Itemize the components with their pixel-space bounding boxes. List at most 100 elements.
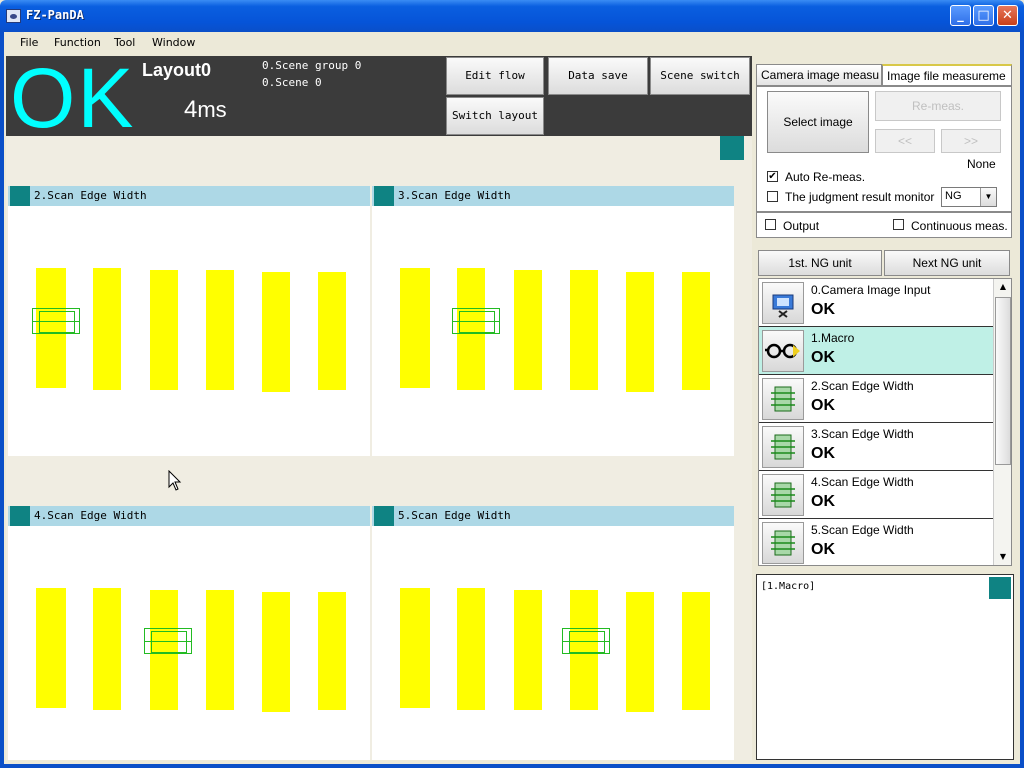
flow-item-scan-edge-width-4[interactable]: 4.Scan Edge Width OK: [759, 471, 993, 519]
edge-bar: [400, 588, 430, 708]
continuous-meas-label: Continuous meas.: [911, 219, 1008, 233]
title-bar[interactable]: FZ-PanDA _ □ ✕: [0, 0, 1024, 32]
edge-bar: [514, 590, 542, 710]
panel-label: 3.Scan Edge Width: [398, 189, 511, 202]
flow-item-result: OK: [811, 445, 835, 462]
output-label: Output: [783, 219, 820, 233]
tab-camera-image-measurement[interactable]: Camera image measu: [756, 64, 882, 86]
scroll-up-icon[interactable]: ▲: [995, 279, 1011, 295]
scene-group: 0.Scene group 0: [262, 59, 362, 72]
macro-glasses-icon: [762, 330, 804, 372]
detail-result-area: [1.Macro]: [756, 574, 1014, 760]
edge-bar: [36, 588, 66, 708]
panel-header: 2.Scan Edge Width: [8, 186, 370, 206]
detail-text: [1.Macro]: [761, 581, 816, 592]
menu-window[interactable]: Window: [152, 36, 195, 49]
panel-header: 4.Scan Edge Width: [8, 506, 370, 526]
status-header: OK Layout0 4ms 0.Scene group 0 0.Scene 0…: [6, 51, 752, 145]
switch-layout-button[interactable]: Switch layout: [446, 97, 544, 135]
measurement-region[interactable]: [32, 308, 80, 334]
chevron-down-icon[interactable]: ▼: [980, 188, 996, 206]
output-checkbox[interactable]: [765, 219, 776, 230]
next-image-button[interactable]: >>: [941, 129, 1001, 153]
edge-bar: [457, 588, 485, 710]
continuous-meas-checkbox[interactable]: [893, 219, 904, 230]
edge-bar: [93, 268, 121, 390]
window-frame-bottom: [0, 764, 1024, 768]
edge-bar: [400, 268, 430, 388]
flow-item-camera-image-input[interactable]: 0.Camera Image Input OK: [759, 279, 993, 327]
image-panel-scan-edge-4[interactable]: 4.Scan Edge Width: [8, 506, 370, 760]
flow-item-macro[interactable]: 1.Macro OK: [759, 327, 993, 375]
panel-label: 5.Scan Edge Width: [398, 509, 511, 522]
scrollbar-thumb[interactable]: [995, 297, 1011, 465]
judgment-monitor-checkbox[interactable]: [767, 191, 778, 202]
edge-bar: [262, 272, 290, 392]
time-value: 4: [184, 96, 198, 123]
layout-name: Layout0: [142, 60, 212, 80]
previous-image-button[interactable]: <<: [875, 129, 935, 153]
panel-color-square: [10, 186, 30, 206]
flow-unit-list[interactable]: 0.Camera Image Input OK 1.Macro OK 2.Sca…: [758, 278, 1012, 566]
edge-bar: [262, 592, 290, 712]
image-panel-scan-edge-3[interactable]: 3.Scan Edge Width: [372, 186, 734, 456]
edge-bar: [206, 590, 234, 710]
flow-item-scan-edge-width-3[interactable]: 3.Scan Edge Width OK: [759, 423, 993, 471]
flow-item-scan-edge-width-2[interactable]: 2.Scan Edge Width OK: [759, 375, 993, 423]
select-image-button[interactable]: Select image: [767, 91, 869, 153]
flow-item-scan-edge-width-5[interactable]: 5.Scan Edge Width OK: [759, 519, 993, 565]
image-area-indicator: [720, 136, 744, 160]
measurement-region[interactable]: [562, 628, 610, 654]
panel-color-square: [374, 186, 394, 206]
flow-item-result: OK: [811, 397, 835, 414]
edge-bar: [626, 592, 654, 712]
scroll-down-icon[interactable]: ▼: [995, 549, 1011, 565]
tab-image-file-measurement[interactable]: Image file measureme: [882, 64, 1012, 86]
menu-file[interactable]: File: [20, 36, 38, 49]
edge-bar: [514, 270, 542, 390]
control-panel: Camera image measu Image file measureme …: [754, 56, 1020, 764]
auto-remeas-checkbox[interactable]: ✔: [767, 171, 778, 182]
minimize-button[interactable]: _: [950, 5, 971, 26]
detail-indicator: [989, 577, 1011, 599]
time-unit: ms: [197, 97, 227, 122]
image-panel-scan-edge-5[interactable]: 5.Scan Edge Width: [372, 506, 734, 760]
maximize-button[interactable]: □: [973, 5, 994, 26]
flow-item-name: 0.Camera Image Input: [811, 283, 931, 297]
window-title: FZ-PanDA: [26, 8, 84, 22]
auto-remeas-label: Auto Re-meas.: [785, 170, 866, 184]
first-ng-unit-button[interactable]: 1st. NG unit: [758, 250, 882, 276]
menu-function[interactable]: Function: [54, 36, 101, 49]
judgment-select-value: NG: [945, 190, 962, 202]
flow-list-scrollbar[interactable]: ▲ ▼: [993, 279, 1011, 565]
image-file-name: None: [967, 157, 996, 171]
next-ng-unit-button[interactable]: Next NG unit: [884, 250, 1010, 276]
image-panel-scan-edge-2[interactable]: 2.Scan Edge Width: [8, 186, 370, 456]
panel-label: 2.Scan Edge Width: [34, 189, 147, 202]
output-options: Output Continuous meas.: [756, 212, 1012, 238]
scan-edge-width-icon: [762, 426, 804, 468]
panel-header: 3.Scan Edge Width: [372, 186, 734, 206]
re-meas-button[interactable]: Re-meas.: [875, 91, 1001, 121]
flow-item-result: OK: [811, 493, 835, 510]
judgment-select[interactable]: NG ▼: [941, 187, 997, 207]
edge-bar: [318, 592, 346, 710]
camera-input-icon: [762, 282, 804, 324]
edge-bar: [682, 272, 710, 390]
scan-edge-width-icon: [762, 474, 804, 516]
edge-bar: [682, 592, 710, 710]
close-button[interactable]: ✕: [997, 5, 1018, 26]
edit-flow-button[interactable]: Edit flow: [446, 57, 544, 95]
data-save-button[interactable]: Data save: [548, 57, 648, 95]
edge-bar: [93, 588, 121, 710]
processing-time: 4ms: [184, 96, 227, 124]
flow-item-name: 2.Scan Edge Width: [811, 379, 914, 393]
panel-color-square: [10, 506, 30, 526]
flow-item-result: OK: [811, 301, 835, 318]
edge-bar: [206, 270, 234, 390]
panel-header: 5.Scan Edge Width: [372, 506, 734, 526]
measurement-region[interactable]: [452, 308, 500, 334]
scene-switch-button[interactable]: Scene switch: [650, 57, 750, 95]
menu-tool[interactable]: Tool: [114, 36, 135, 49]
measurement-region[interactable]: [144, 628, 192, 654]
